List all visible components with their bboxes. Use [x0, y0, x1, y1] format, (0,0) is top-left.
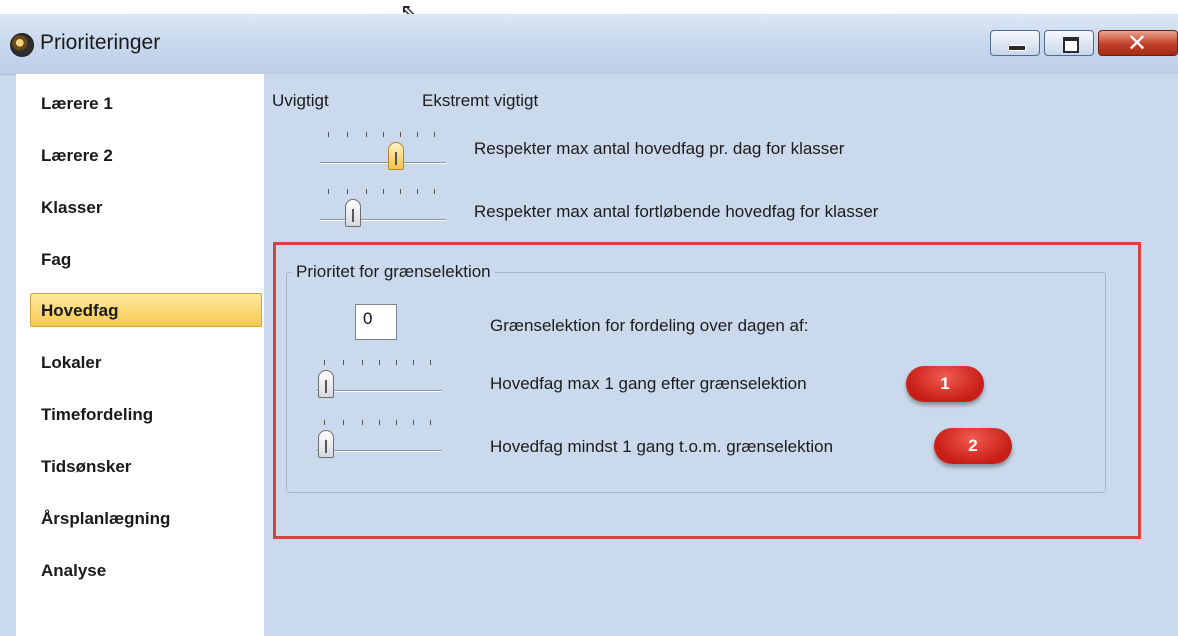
group-title: Prioritet for grænselektion [292, 262, 495, 282]
sidebar-item-analyse[interactable]: Analyse [30, 553, 262, 587]
close-button[interactable]: ✕ [1098, 29, 1178, 57]
slider-thumb[interactable] [318, 370, 334, 398]
scale-low-label: Uvigtigt [272, 91, 329, 110]
callout-badge-2: 2 [934, 428, 1012, 464]
slider-rail [316, 390, 442, 391]
graenselektion-input[interactable]: 0 [355, 304, 397, 340]
sidebar-item-klasser[interactable]: Klasser [30, 190, 262, 224]
slider-tick [400, 132, 401, 137]
close-icon: ✕ [1127, 29, 1148, 57]
app-icon [10, 33, 34, 57]
slider-tick [383, 132, 384, 137]
slider-tick [417, 189, 418, 194]
slider-tick [383, 189, 384, 194]
priority-label-max-hovedfag-pr-dag: Respekter max antal hovedfag pr. dag for… [474, 139, 845, 158]
slider-tick [413, 360, 414, 365]
maximize-button[interactable] [1044, 30, 1094, 56]
sidebar: Lærere 1 Lærere 2 Klasser Fag Hovedfag L… [16, 74, 265, 636]
slider-tick [328, 132, 329, 137]
sidebar-item-hovedfag[interactable]: Hovedfag [30, 293, 262, 327]
slider-tick [379, 420, 380, 425]
slider-tick [366, 132, 367, 137]
sidebar-item-fag[interactable]: Fag [30, 242, 262, 276]
sidebar-item-laerere-2[interactable]: Lærere 2 [30, 138, 262, 172]
sidebar-item-lokaler[interactable]: Lokaler [30, 345, 262, 379]
slider-tick [396, 360, 397, 365]
minimize-icon [1008, 45, 1026, 51]
title-bar: Prioriteringer ✕ [0, 14, 1178, 75]
slider-tick [413, 420, 414, 425]
slider-tick [362, 420, 363, 425]
maximize-icon [1063, 37, 1079, 53]
slider-tick [347, 132, 348, 137]
slider-rail [316, 450, 442, 451]
slider-tick [430, 420, 431, 425]
priority-slider-max-1-gang[interactable] [316, 358, 442, 402]
slider-tick [379, 360, 380, 365]
slider-tick [417, 132, 418, 137]
priority-slider-max-fortlobende-hovedfag[interactable] [320, 187, 446, 231]
sidebar-item-tidsonsker[interactable]: Tidsønsker [30, 449, 262, 483]
slider-rail [320, 219, 446, 220]
slider-tick [434, 189, 435, 194]
slider-tick [324, 420, 325, 425]
slider-rail [320, 162, 446, 163]
window-title: Prioriteringer [40, 31, 161, 54]
slider-tick [343, 420, 344, 425]
slider-tick [343, 360, 344, 365]
scale-high-label: Ekstremt vigtigt [422, 91, 539, 110]
slider-tick [400, 189, 401, 194]
sidebar-item-arsplanlaegning[interactable]: Årsplanlægning [30, 501, 262, 535]
priority-label-max-fortlobende-hovedfag: Respekter max antal fortløbende hovedfag… [474, 202, 879, 221]
slider-tick [362, 360, 363, 365]
sidebar-item-laerere-1[interactable]: Lærere 1 [30, 86, 262, 120]
priority-slider-mindst-1-gang[interactable] [316, 418, 442, 462]
slider-tick [347, 189, 348, 194]
slider-thumb[interactable] [388, 142, 404, 170]
slider-thumb[interactable] [345, 199, 361, 227]
slider-tick [434, 132, 435, 137]
slider-tick [396, 420, 397, 425]
minimize-button[interactable] [990, 30, 1040, 56]
slider-tick [324, 360, 325, 365]
priority-slider-max-hovedfag-pr-dag[interactable] [320, 130, 446, 174]
slider-tick [328, 189, 329, 194]
graenselektion-label: Grænselektion for fordeling over dagen a… [490, 316, 809, 335]
row-label-max-1-gang: Hovedfag max 1 gang efter grænselektion [490, 374, 807, 393]
slider-tick [430, 360, 431, 365]
slider-tick [366, 189, 367, 194]
slider-thumb[interactable] [318, 430, 334, 458]
row-label-mindst-1-gang: Hovedfag mindst 1 gang t.o.m. grænselekt… [490, 437, 834, 456]
sidebar-item-timefordeling[interactable]: Timefordeling [30, 397, 262, 431]
callout-badge-1: 1 [906, 366, 984, 402]
